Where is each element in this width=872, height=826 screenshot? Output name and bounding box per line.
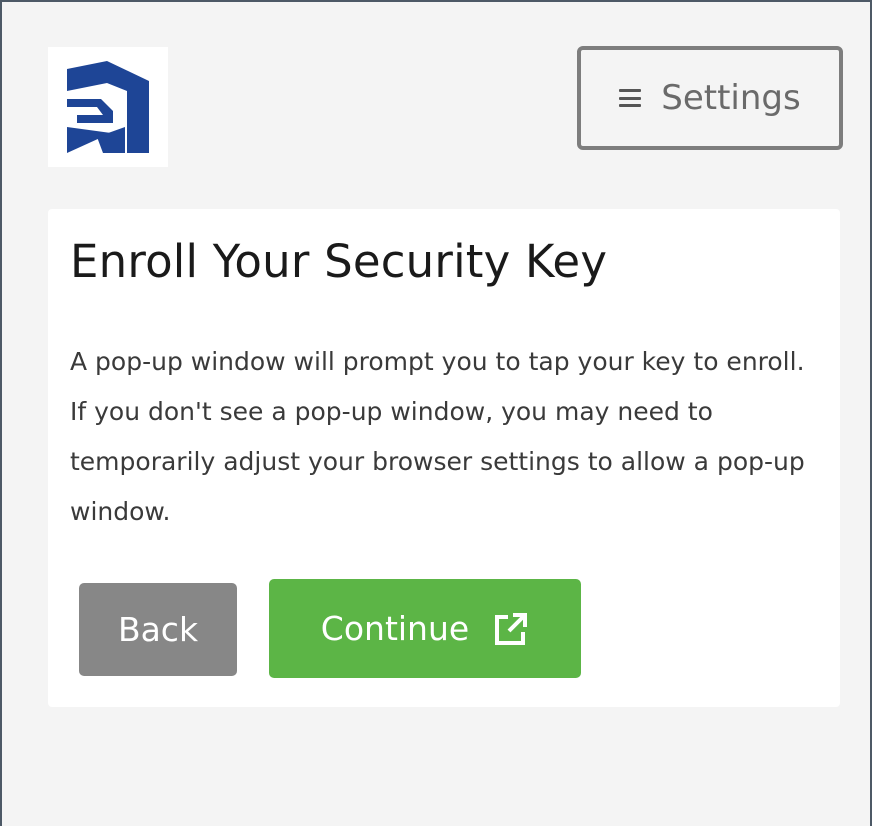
back-button-label: Back (117, 610, 199, 649)
page-title: Enroll Your Security Key (70, 235, 608, 288)
continue-button-label: Continue (320, 609, 470, 648)
brand-logo (48, 47, 168, 167)
continue-button[interactable]: Continue (269, 579, 581, 678)
settings-button[interactable]: Settings (577, 46, 843, 150)
enroll-card: Enroll Your Security Key A pop-up window… (48, 209, 840, 707)
brand-logo-icon (67, 61, 149, 153)
back-button[interactable]: Back (79, 583, 237, 676)
external-link-icon (495, 612, 528, 645)
enroll-description: A pop-up window will prompt you to tap y… (70, 347, 805, 526)
hamburger-menu-icon (619, 89, 642, 107)
app-frame: Settings Enroll Your Security Key A pop-… (0, 0, 872, 826)
settings-button-label: Settings (661, 78, 801, 118)
